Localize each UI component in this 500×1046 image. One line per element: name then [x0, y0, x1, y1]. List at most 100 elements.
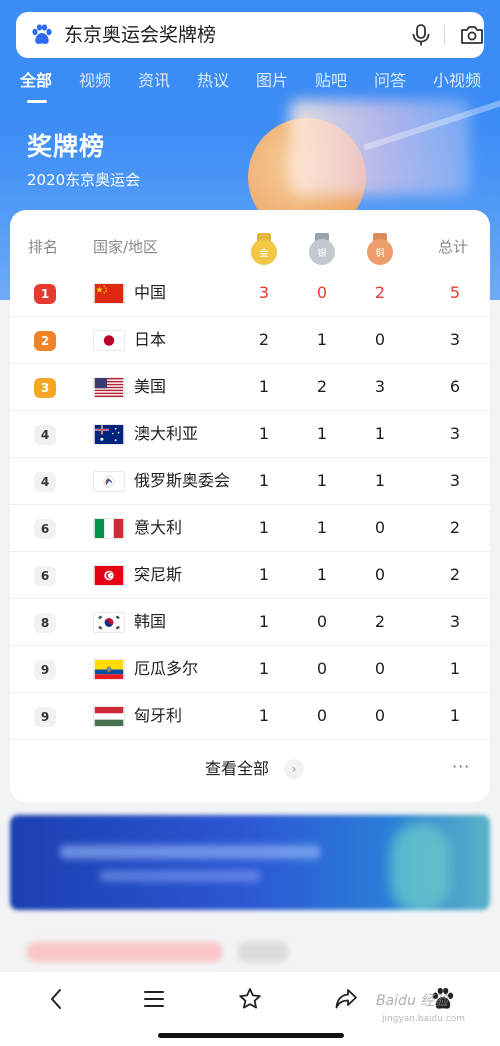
- baidu-paw-icon: [32, 24, 52, 44]
- more-options-icon[interactable]: ···: [452, 757, 470, 776]
- promo-banner[interactable]: [10, 815, 490, 910]
- country-name: 突尼斯: [134, 565, 183, 584]
- total-count: 2: [449, 565, 461, 584]
- gold-count: 2: [258, 330, 270, 349]
- camera-icon[interactable]: [459, 24, 485, 46]
- tab-short-video[interactable]: 小视频: [433, 70, 481, 92]
- table-row[interactable]: 6 突尼斯 1 1 0 2: [10, 552, 490, 599]
- gold-count: 1: [258, 565, 270, 584]
- country-name: 意大利: [134, 518, 183, 537]
- table-row[interactable]: 3 美国 1 2 3 6: [10, 364, 490, 411]
- total-count: 3: [449, 330, 461, 349]
- bronze-count: 0: [374, 706, 386, 725]
- rank-badge: 1: [34, 284, 56, 304]
- watermark-url: jingyan.baidu.com: [382, 1014, 466, 1024]
- total-count: 3: [449, 471, 461, 490]
- gold-count: 1: [258, 706, 270, 725]
- medal-table-card: 排名 国家/地区 金 银 铜 总计 1 中国 3 0 2 5 2 日本 2 1 0 3 3 美国 1 2 3 6 4…: [10, 210, 490, 802]
- tab-discussion[interactable]: 热议: [197, 70, 229, 92]
- tab-qa[interactable]: 问答: [374, 70, 406, 92]
- gold-count: 1: [258, 471, 270, 490]
- country-name: 厄瓜多尔: [134, 659, 199, 678]
- tab-images[interactable]: 图片: [256, 70, 288, 92]
- tunisia-flag-icon: [93, 565, 125, 586]
- silver-count: 1: [316, 518, 328, 537]
- tab-tieba[interactable]: 贴吧: [315, 70, 347, 92]
- silver-count: 0: [316, 659, 328, 678]
- silver-count: 0: [316, 706, 328, 725]
- silver-count: 0: [316, 612, 328, 631]
- header-country: 国家/地区: [93, 238, 159, 256]
- tab-all[interactable]: 全部: [20, 70, 52, 92]
- share-icon[interactable]: [333, 986, 359, 1012]
- bronze-count: 0: [374, 565, 386, 584]
- italy-flag-icon: [93, 518, 125, 539]
- active-tab-indicator: [27, 100, 47, 103]
- total-count: 1: [449, 659, 461, 678]
- search-input[interactable]: 东京奥运会奖牌榜: [64, 23, 216, 47]
- tab-news[interactable]: 资讯: [138, 70, 170, 92]
- china-flag-icon: [93, 283, 125, 304]
- search-tabs: 全部 视频 资讯 热议 图片 贴吧 问答 小视频: [0, 70, 500, 104]
- table-row[interactable]: 9 匈牙利 1 0 0 1: [10, 693, 490, 740]
- country-name: 中国: [134, 283, 167, 302]
- view-all-button[interactable]: 查看全部: [205, 758, 269, 780]
- gold-count: 1: [258, 659, 270, 678]
- rank-badge: 4: [34, 472, 56, 492]
- microphone-icon[interactable]: [410, 23, 432, 47]
- bronze-count: 3: [374, 377, 386, 396]
- search-bar[interactable]: 东京奥运会奖牌榜: [16, 12, 484, 58]
- table-row[interactable]: 4 澳大利亚 1 1 1 3: [10, 411, 490, 458]
- japan-flag-icon: [93, 330, 125, 351]
- roc-flag-icon: [93, 471, 125, 492]
- header-rank: 排名: [28, 238, 59, 256]
- table-row[interactable]: 1 中国 3 0 2 5: [10, 270, 490, 317]
- silver-count: 1: [316, 424, 328, 443]
- bronze-count: 1: [374, 471, 386, 490]
- table-row[interactable]: 8 韩国 1 0 2 3: [10, 599, 490, 646]
- table-row[interactable]: 9 厄瓜多尔 1 0 0 1: [10, 646, 490, 693]
- rank-badge: 4: [34, 425, 56, 445]
- page-title: 奖牌榜: [27, 132, 106, 161]
- silver-count: 1: [316, 471, 328, 490]
- silver-count: 1: [316, 565, 328, 584]
- bronze-medal-icon: 铜: [366, 233, 394, 265]
- country-name: 日本: [134, 330, 167, 349]
- country-name: 美国: [134, 377, 167, 396]
- gold-count: 1: [258, 424, 270, 443]
- silver-count: 1: [316, 330, 328, 349]
- tab-video[interactable]: 视频: [79, 70, 111, 92]
- total-count: 2: [449, 518, 461, 537]
- gold-count: 3: [258, 283, 270, 302]
- star-icon[interactable]: [237, 986, 263, 1012]
- rank-badge: 9: [34, 660, 56, 680]
- rank-badge: 6: [34, 566, 56, 586]
- page-subtitle: 2020东京奥运会: [27, 171, 141, 189]
- bronze-count: 1: [374, 424, 386, 443]
- total-count: 1: [449, 706, 461, 725]
- usa-flag-icon: [93, 377, 125, 398]
- back-icon[interactable]: [44, 986, 70, 1012]
- table-row[interactable]: 4 俄罗斯奥委会 1 1 1 3: [10, 458, 490, 505]
- chevron-right-icon[interactable]: ›: [284, 759, 304, 779]
- blurred-content-tag: [238, 942, 288, 962]
- decorative-image: [290, 100, 470, 195]
- bronze-count: 0: [374, 330, 386, 349]
- menu-icon[interactable]: [141, 986, 167, 1012]
- home-indicator: [158, 1033, 344, 1038]
- rank-badge: 6: [34, 519, 56, 539]
- rank-badge: 9: [34, 707, 56, 727]
- hungary-flag-icon: [93, 706, 125, 727]
- bronze-count: 2: [374, 612, 386, 631]
- gold-medal-icon: 金: [250, 233, 278, 265]
- table-row[interactable]: 2 日本 2 1 0 3: [10, 317, 490, 364]
- total-count: 3: [449, 612, 461, 631]
- rank-badge: 2: [34, 331, 56, 351]
- header-total: 总计: [438, 238, 469, 256]
- table-row[interactable]: 6 意大利 1 1 0 2: [10, 505, 490, 552]
- bronze-count: 0: [374, 518, 386, 537]
- gold-count: 1: [258, 518, 270, 537]
- gold-count: 1: [258, 612, 270, 631]
- watermark-brand: Baidu 经验: [376, 993, 449, 1009]
- silver-count: 0: [316, 283, 328, 302]
